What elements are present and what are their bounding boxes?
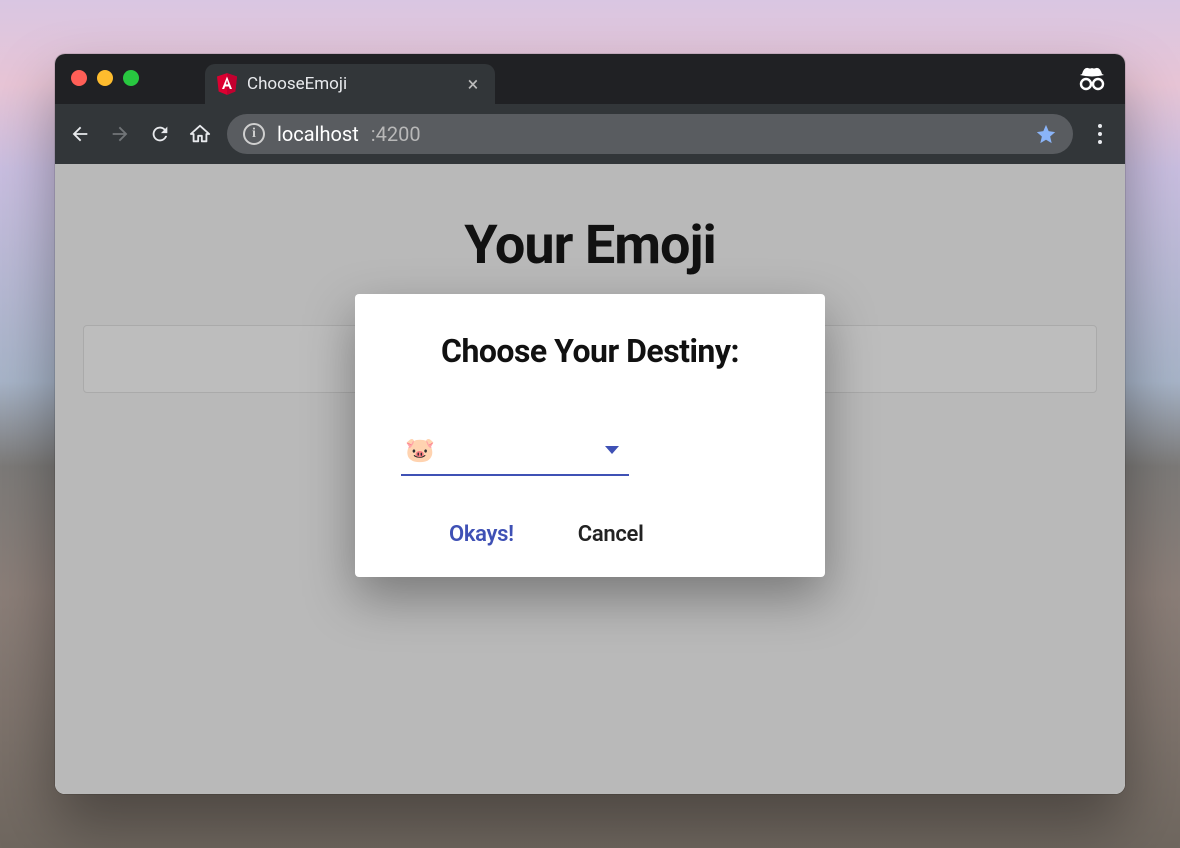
tab-strip: ChooseEmoji × xyxy=(55,54,1125,104)
browser-tab[interactable]: ChooseEmoji × xyxy=(205,64,495,104)
close-tab-icon[interactable]: × xyxy=(463,72,483,96)
browser-menu-button[interactable] xyxy=(1087,124,1113,144)
reload-button[interactable] xyxy=(147,121,173,147)
chevron-down-icon xyxy=(605,446,619,454)
incognito-icon xyxy=(1077,64,1107,92)
url-host: localhost xyxy=(277,122,359,146)
site-info-icon[interactable]: i xyxy=(243,123,265,145)
window-controls xyxy=(71,70,139,86)
ok-button[interactable]: Okays! xyxy=(449,522,514,547)
minimize-window-button[interactable] xyxy=(97,70,113,86)
choose-emoji-dialog: Choose Your Destiny: 🐷 Okays! Cancel xyxy=(355,294,825,577)
forward-button[interactable] xyxy=(107,121,133,147)
close-window-button[interactable] xyxy=(71,70,87,86)
browser-window: ChooseEmoji × i localhost :4200 xyxy=(55,54,1125,794)
back-button[interactable] xyxy=(67,121,93,147)
angular-icon xyxy=(217,73,237,95)
fullscreen-window-button[interactable] xyxy=(123,70,139,86)
address-bar[interactable]: i localhost :4200 xyxy=(227,114,1073,154)
tab-title: ChooseEmoji xyxy=(247,74,453,94)
dialog-actions: Okays! Cancel xyxy=(401,522,779,547)
modal-overlay: Choose Your Destiny: 🐷 Okays! Cancel xyxy=(55,164,1125,794)
page-viewport: Your Emoji Choose Your Destiny: 🐷 Okays!… xyxy=(55,164,1125,794)
home-button[interactable] xyxy=(187,121,213,147)
dialog-title: Choose Your Destiny: xyxy=(401,332,779,370)
bookmark-star-icon[interactable] xyxy=(1035,123,1057,145)
url-port: :4200 xyxy=(371,122,421,146)
emoji-select[interactable]: 🐷 xyxy=(401,430,629,476)
select-value: 🐷 xyxy=(405,436,605,464)
browser-toolbar: i localhost :4200 xyxy=(55,104,1125,164)
cancel-button[interactable]: Cancel xyxy=(578,522,644,547)
